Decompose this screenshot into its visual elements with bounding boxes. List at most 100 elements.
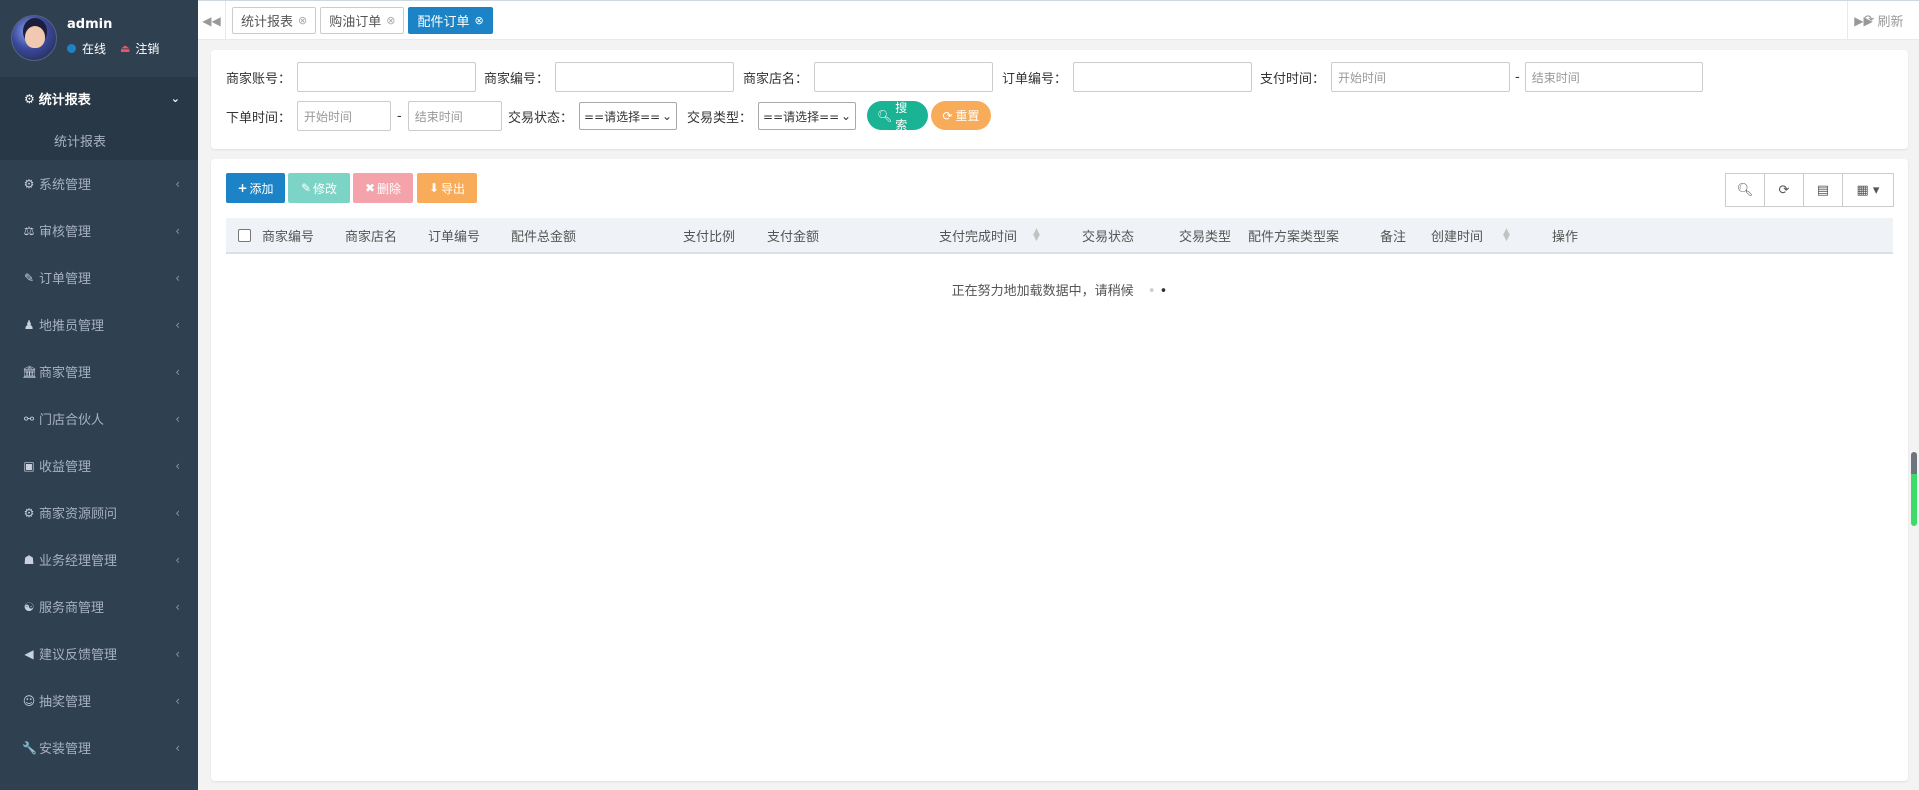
trade-status-field: 交易状态： ==请选择== ⌄ (508, 102, 678, 130)
sidebar-item-7[interactable]: ⚙ 商家资源顾问 ‹ (0, 489, 198, 536)
online-status-icon (67, 44, 76, 53)
sidebar-item-0[interactable]: ⚙ 系统管理 ‹ (0, 160, 198, 207)
column-header-label: 支付比例 (683, 229, 736, 245)
sidebar-item-2[interactable]: ✎ 订单管理 ‹ (0, 254, 198, 301)
column-header-1: 商家店名 (345, 218, 397, 252)
reset-button[interactable]: ⟳ 重置 (931, 101, 991, 130)
export-button[interactable]: ⬇ 导出 (417, 173, 477, 203)
search-toggle-button[interactable]: 🔍︎ (1725, 173, 1765, 207)
order-time-start-input[interactable]: 开始时间 (297, 101, 392, 131)
tab-0[interactable]: 统计报表 ⊗ (232, 7, 317, 34)
sidebar-item-3[interactable]: ♟ 地推员管理 ‹ (0, 301, 198, 348)
logout-icon[interactable]: ⏏ (120, 42, 130, 55)
menu-icon: ⚙ (23, 505, 35, 520)
table-refresh-button[interactable]: ⟳ (1764, 173, 1804, 207)
column-header-label: 交易类型 (1179, 229, 1232, 245)
order-no-input[interactable] (1073, 62, 1253, 92)
close-icon[interactable]: ⊗ (474, 14, 483, 27)
select-all-checkbox[interactable] (238, 218, 251, 252)
shop-name-input[interactable] (814, 62, 994, 92)
sidebar-item-10[interactable]: ◀ 建议反馈管理 ‹ (0, 630, 198, 677)
chevron-left-icon: ‹ (175, 646, 180, 661)
chevron-left-icon: ‹ (175, 223, 180, 238)
sidebar-menu: ⚙ 统计报表 ⌄ 统计报表 ⚙ 系统管理 ‹ ⚖ 审核管理 ‹ ✎ 订单管理 ‹ ♟ 地推员管理 ‹ 🏛… (0, 77, 198, 771)
column-header-2: 订单编号 (428, 218, 480, 252)
sidebar-item-6[interactable]: ▣ 收益管理 ‹ (0, 442, 198, 489)
date-separator: - (397, 108, 402, 124)
column-header-12: 操作 (1552, 218, 1578, 252)
sidebar-subitem-statistics[interactable]: 统计报表 (0, 120, 198, 160)
table-header: 商家编号 商家店名 订单编号 配件总金额 支付比例 支付金额 支付完成时间 ▲ ▼ 交易状态 交易类… (226, 218, 1893, 254)
trade-status-value: ==请选择== (584, 109, 661, 124)
menu-icon: ◀ (24, 646, 34, 661)
online-status-text: 在线 (82, 42, 107, 56)
export-button-label: 导出 (441, 181, 466, 196)
delete-button[interactable]: ✖ 删除 (353, 173, 413, 203)
tab-1[interactable]: 购油订单 ⊗ (320, 7, 405, 34)
menu-icon: 🏛 (22, 364, 38, 379)
sidebar-item-label: 服务商管理 (39, 601, 105, 616)
close-icon[interactable]: ⊗ (298, 14, 307, 27)
tab-2[interactable]: 配件订单 ⊗ (408, 7, 493, 34)
add-button-label: 添加 (249, 181, 274, 196)
edit-icon: ✎ (300, 181, 312, 195)
merchant-account-input[interactable] (297, 62, 477, 92)
order-time-label: 下单时间： (226, 110, 292, 126)
sidebar-item-5[interactable]: ⚯ 门店合伙人 ‹ (0, 395, 198, 442)
loading-indicator: 正在努力地加载数据中，请稍候 • • (211, 280, 1908, 299)
search-panel: 商家账号： 商家编号： 商家店名： 订单编号： 支付时间： 开始时间 - 结束时… (211, 50, 1908, 149)
page-scrollbar[interactable] (1911, 452, 1917, 526)
refresh-button[interactable]: ⟳ 刷新 (1847, 1, 1919, 40)
add-button[interactable]: + 添加 (226, 173, 285, 203)
menu-icon: ▣ (23, 458, 35, 473)
sidebar-item-9[interactable]: ☯ 服务商管理 ‹ (0, 583, 198, 630)
column-header-label: 备注 (1380, 229, 1407, 245)
toggle-view-button[interactable]: ▤ (1803, 173, 1843, 207)
date-separator: - (1515, 69, 1520, 85)
pay-time-start-input[interactable]: 开始时间 (1331, 62, 1511, 92)
trade-status-select[interactable]: ==请选择== ⌄ (579, 102, 678, 130)
trade-type-select[interactable]: ==请选择== ⌄ (758, 102, 857, 130)
sidebar-item-11[interactable]: ☺ 抽奖管理 ‹ (0, 677, 198, 724)
sidebar-item-4[interactable]: 🏛 商家管理 ‹ (0, 348, 198, 395)
pay-time-end-input[interactable]: 结束时间 (1524, 62, 1703, 92)
tab-scroll-left-button[interactable]: ◀◀ (198, 1, 226, 40)
trade-type-value: ==请选择== (763, 109, 840, 124)
search-button-label: 搜索 (895, 100, 908, 132)
avatar[interactable] (11, 15, 57, 61)
reset-button-label: 重置 (955, 109, 980, 123)
user-status-row: 在线 ⏏ 注销 (67, 40, 159, 57)
trade-type-field: 交易类型： ==请选择== ⌄ (687, 102, 857, 130)
edit-button[interactable]: ✎ 修改 (288, 173, 350, 203)
close-icon[interactable]: ⊗ (386, 14, 395, 27)
refresh-label: 刷新 (1877, 15, 1904, 30)
sidebar-item-statistics-header[interactable]: ⚙ 统计报表 ⌄ (0, 77, 198, 120)
logout-link[interactable]: 注销 (135, 40, 159, 57)
menu-icon: ⚯ (23, 411, 35, 426)
trade-status-label: 交易状态： (508, 110, 574, 126)
reset-icon: ⟳ (942, 108, 953, 123)
chevron-left-icon: ‹ (175, 270, 180, 285)
tab-label: 统计报表 (241, 15, 294, 30)
menu-icon: ♟ (23, 317, 35, 332)
column-header-4: 支付比例 (683, 218, 735, 252)
menu-icon: ⚖ (23, 223, 35, 238)
sidebar-item-label: 安装管理 (39, 742, 92, 757)
sidebar-item-8[interactable]: ☗ 业务经理管理 ‹ (0, 536, 198, 583)
sidebar-item-label: 订单管理 (39, 272, 92, 287)
chevron-down-icon: ⌄ (840, 109, 852, 123)
column-header-6[interactable]: 支付完成时间 ▲ ▼ (939, 218, 1040, 252)
search-button[interactable]: 🔍︎ 搜索 (867, 100, 928, 132)
sidebar-item-12[interactable]: 🔧 安装管理 ‹ (0, 724, 198, 771)
order-time-end-input[interactable]: 结束时间 (407, 101, 502, 131)
column-header-11[interactable]: 创建时间 ▲ ▼ (1431, 218, 1510, 252)
menu-icon: ✎ (23, 270, 35, 285)
sidebar-item-label: 商家管理 (39, 366, 92, 381)
chevron-left-icon: ‹ (175, 552, 180, 567)
sidebar: admin 在线 ⏏ 注销 ⚙ 统计报表 ⌄ 统计报表 ⚙ 系统管理 ‹ ⚖ 审核管理 ‹… (0, 0, 198, 790)
order-no-label: 订单编号： (1002, 71, 1068, 87)
merchant-no-input[interactable] (555, 62, 735, 92)
sidebar-item-1[interactable]: ⚖ 审核管理 ‹ (0, 207, 198, 254)
columns-button[interactable]: ▦ ▾ (1842, 173, 1894, 207)
chevron-down-icon: ⌄ (170, 92, 180, 105)
